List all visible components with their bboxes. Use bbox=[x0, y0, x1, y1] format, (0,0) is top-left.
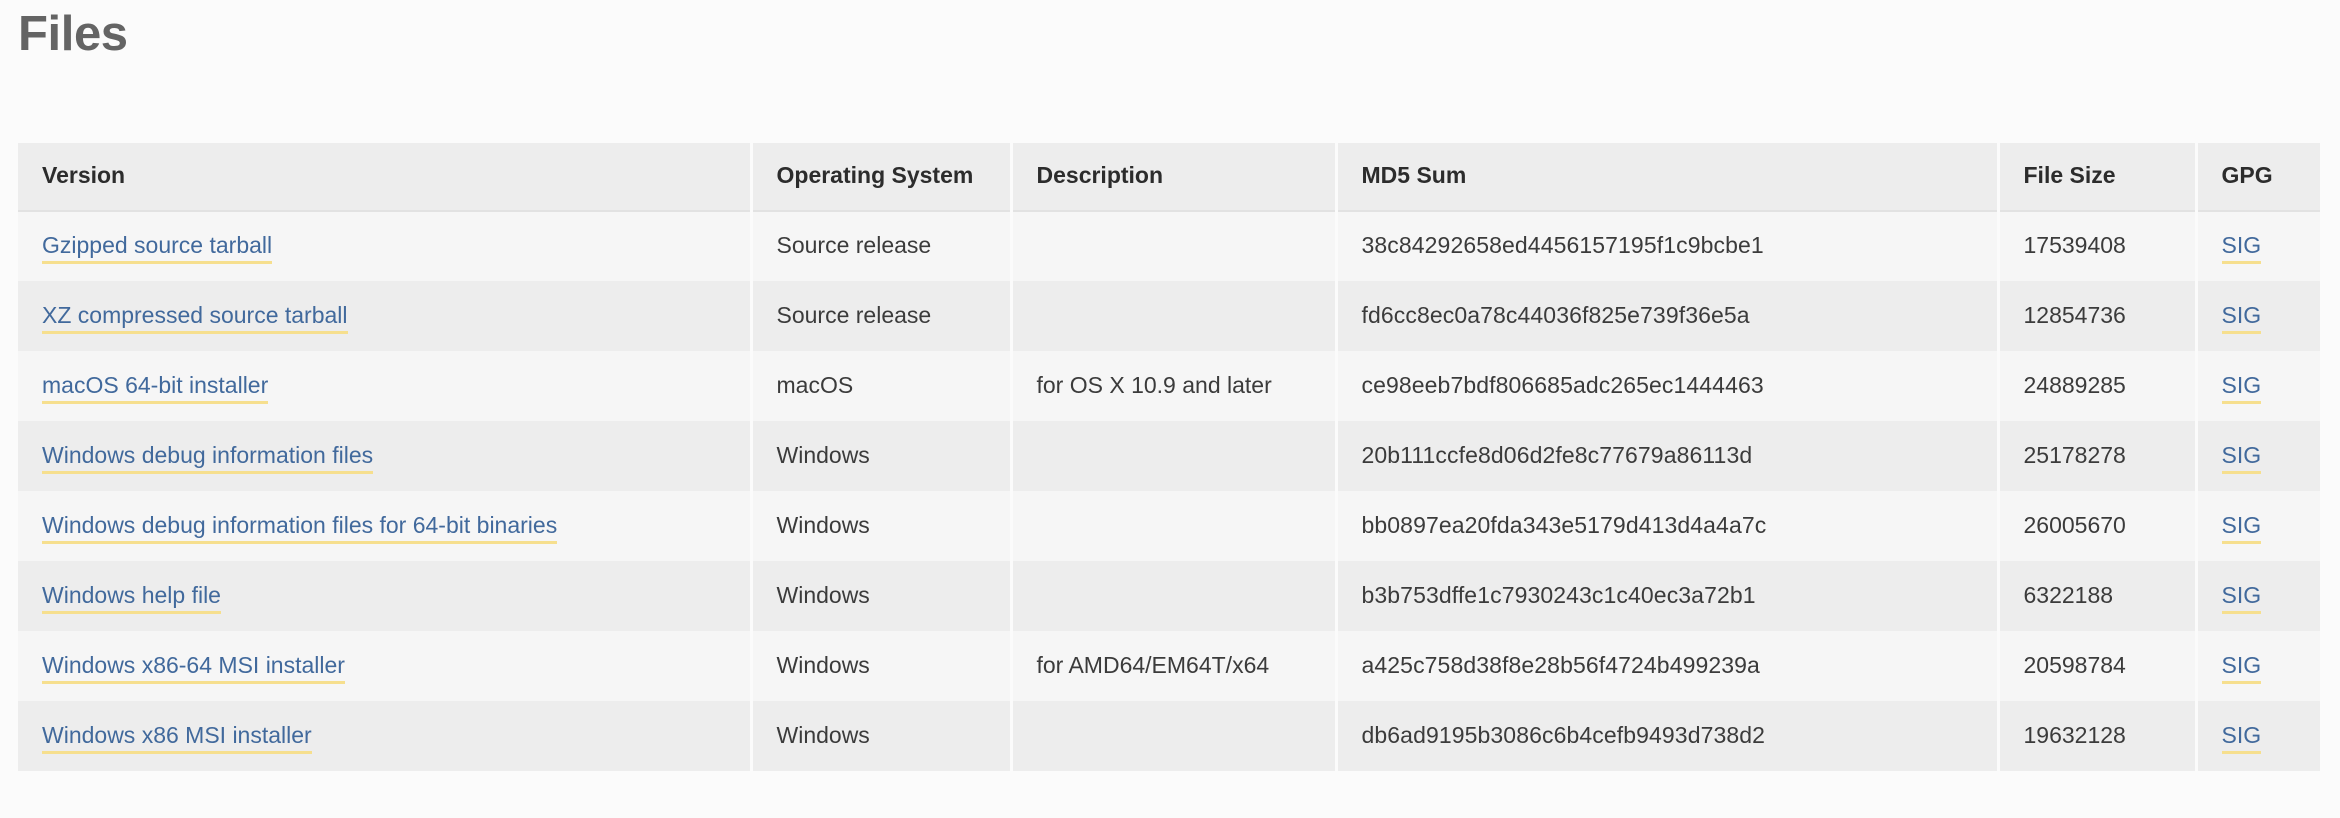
table-row: Windows debug information files Windows 20… bbox=[18, 421, 2320, 491]
cell-file-size: 12854736 bbox=[1998, 281, 2198, 351]
cell-md5-sum: fd6cc8ec0a78c44036f825e739f36e5a bbox=[1336, 281, 2000, 351]
cell-md5-sum: ce98eeb7bdf806685adc265ec1444463 bbox=[1336, 351, 2000, 421]
gpg-signature-link[interactable]: SIG bbox=[2221, 581, 2262, 614]
gpg-signature-link[interactable]: SIG bbox=[2221, 511, 2262, 544]
cell-gpg: SIG bbox=[2196, 491, 2320, 561]
cell-file-size: 17539408 bbox=[1998, 211, 2198, 281]
cell-file-size: 24889285 bbox=[1998, 351, 2198, 421]
download-link[interactable]: Windows x86 MSI installer bbox=[42, 721, 312, 754]
cell-operating-system: Windows bbox=[751, 491, 1013, 561]
cell-md5-sum: bb0897ea20fda343e5179d413d4a4a7c bbox=[1336, 491, 2000, 561]
cell-operating-system: Source release bbox=[751, 281, 1013, 351]
cell-version: Windows x86-64 MSI installer bbox=[18, 631, 753, 701]
cell-md5-sum: a425c758d38f8e28b56f4724b499239a bbox=[1336, 631, 2000, 701]
column-header-md5: MD5 Sum bbox=[1336, 143, 2000, 212]
cell-description bbox=[1011, 561, 1338, 631]
cell-file-size: 26005670 bbox=[1998, 491, 2198, 561]
cell-md5-sum: 38c84292658ed4456157195f1c9bcbe1 bbox=[1336, 211, 2000, 281]
gpg-signature-link[interactable]: SIG bbox=[2221, 441, 2262, 474]
column-header-filesize: File Size bbox=[1998, 143, 2198, 212]
column-header-gpg: GPG bbox=[2196, 143, 2320, 212]
download-link[interactable]: Gzipped source tarball bbox=[42, 232, 273, 264]
download-link[interactable]: Windows debug information files for 64-b… bbox=[42, 511, 558, 544]
table-row: XZ compressed source tarball Source relea… bbox=[18, 281, 2320, 351]
cell-md5-sum: b3b753dffe1c7930243c1c40ec3a72b1 bbox=[1336, 561, 2000, 631]
cell-description bbox=[1011, 281, 1338, 351]
cell-file-size: 19632128 bbox=[1998, 701, 2198, 771]
cell-version: Windows debug information files bbox=[18, 421, 753, 491]
cell-file-size: 6322188 bbox=[1998, 561, 2198, 631]
gpg-signature-link[interactable]: SIG bbox=[2221, 651, 2262, 684]
cell-operating-system: Windows bbox=[751, 561, 1013, 631]
cell-gpg: SIG bbox=[2196, 561, 2320, 631]
cell-version: Windows x86 MSI installer bbox=[18, 701, 753, 771]
table-row: Windows x86 MSI installer Windows db6ad919… bbox=[18, 701, 2320, 771]
table-row: Gzipped source tarball Source release 38c8… bbox=[18, 211, 2320, 281]
cell-operating-system: Source release bbox=[751, 211, 1013, 281]
cell-file-size: 20598784 bbox=[1998, 631, 2198, 701]
cell-gpg: SIG bbox=[2196, 351, 2320, 421]
cell-description: for OS X 10.9 and later bbox=[1011, 351, 1338, 421]
files-table-head: Version Operating System Description MD5… bbox=[18, 143, 2320, 212]
page-title: Files bbox=[18, 7, 128, 61]
cell-md5-sum: db6ad9195b3086c6b4cefb9493d738d2 bbox=[1336, 701, 2000, 771]
download-link[interactable]: Windows debug information files bbox=[42, 441, 374, 474]
cell-description bbox=[1011, 701, 1338, 771]
column-header-version: Version bbox=[18, 143, 753, 212]
column-header-os: Operating System bbox=[751, 143, 1013, 212]
cell-operating-system: Windows bbox=[751, 701, 1013, 771]
gpg-signature-link[interactable]: SIG bbox=[2221, 721, 2262, 754]
cell-gpg: SIG bbox=[2196, 701, 2320, 771]
cell-version: Windows debug information files for 64-b… bbox=[18, 491, 753, 561]
cell-version: Windows help file bbox=[18, 561, 753, 631]
download-link[interactable]: Windows help file bbox=[42, 581, 221, 614]
table-row: Windows help file Windows b3b753dffe1c7930… bbox=[18, 561, 2320, 631]
cell-operating-system: macOS bbox=[751, 351, 1013, 421]
files-table-container: Version Operating System Description MD5… bbox=[18, 143, 2320, 771]
files-table-body: Gzipped source tarball Source release 38c8… bbox=[18, 211, 2320, 771]
cell-operating-system: Windows bbox=[751, 421, 1013, 491]
cell-operating-system: Windows bbox=[751, 631, 1013, 701]
table-row: macOS 64-bit installer macOS for OS X 10.9… bbox=[18, 351, 2320, 421]
cell-gpg: SIG bbox=[2196, 281, 2320, 351]
gpg-signature-link[interactable]: SIG bbox=[2221, 371, 2262, 404]
table-row: Windows debug information files for 64-b… bbox=[18, 491, 2320, 561]
cell-gpg: SIG bbox=[2196, 211, 2320, 281]
download-link[interactable]: XZ compressed source tarball bbox=[42, 301, 348, 334]
table-header-row: Version Operating System Description MD5… bbox=[18, 143, 2320, 212]
cell-md5-sum: 20b111ccfe8d06d2fe8c77679a86113d bbox=[1336, 421, 2000, 491]
cell-version: Gzipped source tarball bbox=[18, 211, 753, 281]
cell-gpg: SIG bbox=[2196, 631, 2320, 701]
cell-version: macOS 64-bit installer bbox=[18, 351, 753, 421]
cell-description bbox=[1011, 211, 1338, 281]
column-header-description: Description bbox=[1011, 143, 1338, 212]
cell-gpg: SIG bbox=[2196, 421, 2320, 491]
cell-version: XZ compressed source tarball bbox=[18, 281, 753, 351]
gpg-signature-link[interactable]: SIG bbox=[2221, 301, 2262, 334]
cell-file-size: 25178278 bbox=[1998, 421, 2198, 491]
files-page: Files Version Operating System Descripti… bbox=[0, 0, 2340, 818]
cell-description bbox=[1011, 491, 1338, 561]
gpg-signature-link[interactable]: SIG bbox=[2221, 232, 2262, 264]
files-table: Version Operating System Description MD5… bbox=[18, 143, 2320, 771]
table-row: Windows x86-64 MSI installer Windows for A… bbox=[18, 631, 2320, 701]
download-link[interactable]: macOS 64-bit installer bbox=[42, 371, 269, 404]
download-link[interactable]: Windows x86-64 MSI installer bbox=[42, 651, 345, 684]
cell-description: for AMD64/EM64T/x64 bbox=[1011, 631, 1338, 701]
cell-description bbox=[1011, 421, 1338, 491]
